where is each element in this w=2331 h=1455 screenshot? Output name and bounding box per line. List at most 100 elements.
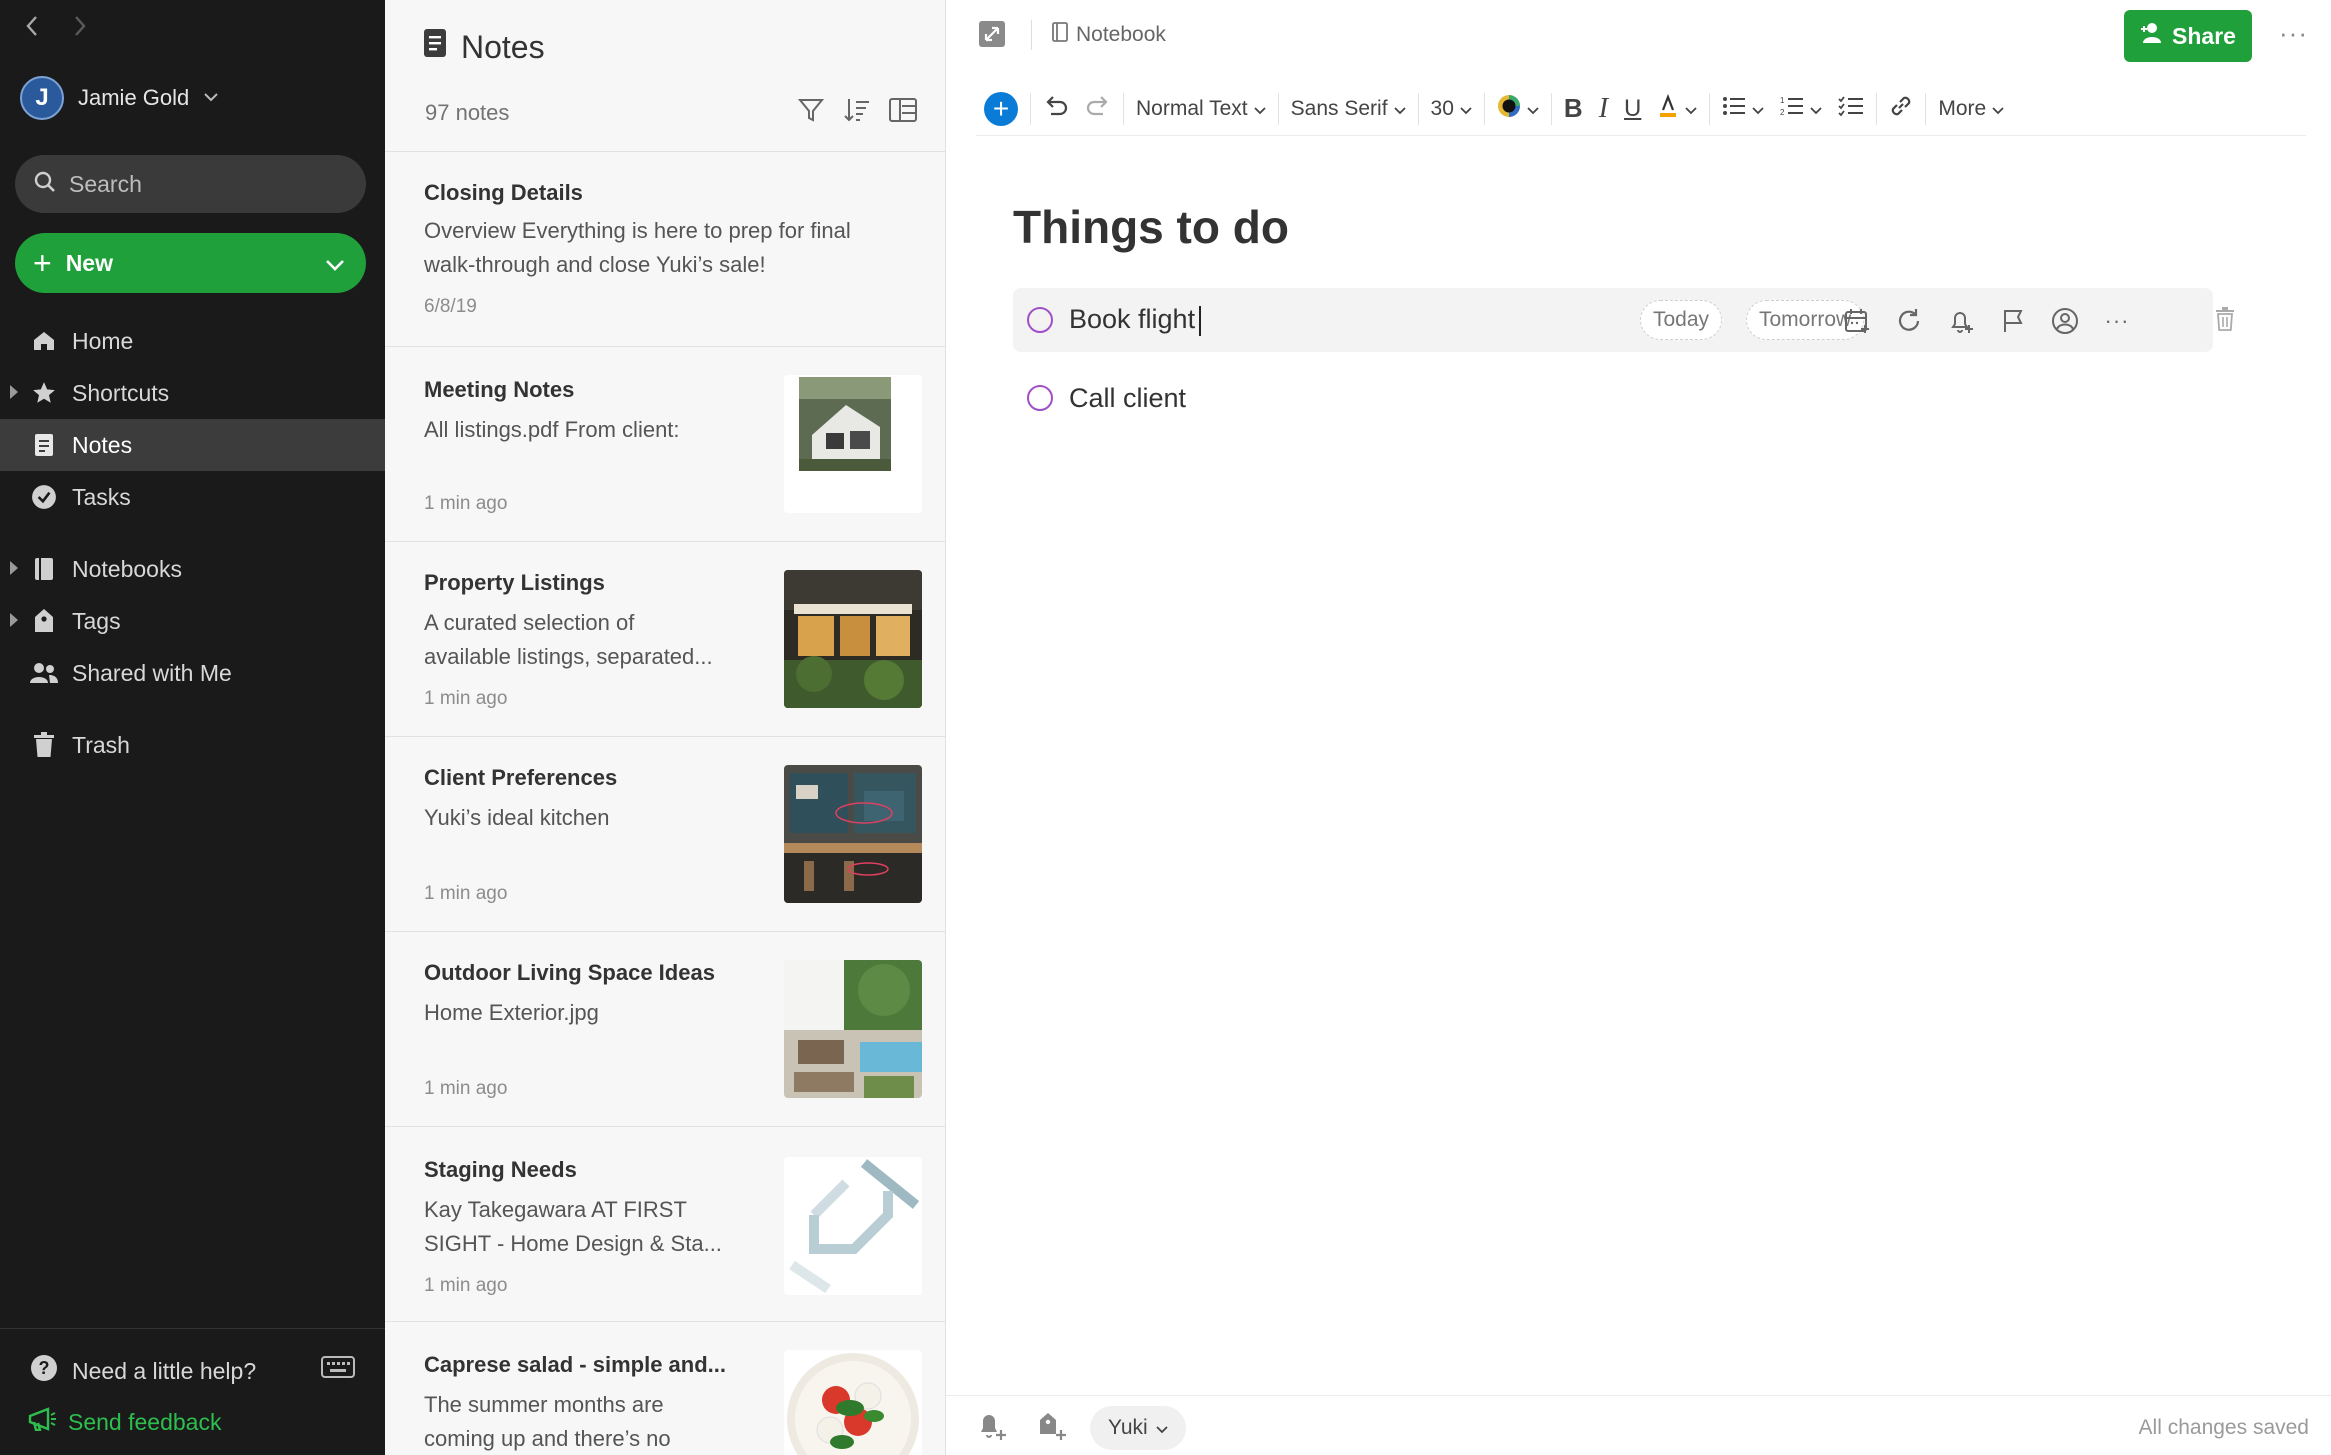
plus-icon: + [33, 245, 52, 281]
account-switcher[interactable]: J Jamie Gold [20, 76, 219, 120]
text-style-select[interactable]: Normal Text [1128, 89, 1274, 129]
sidebar-item-label: Notes [72, 431, 133, 458]
sort-icon[interactable] [843, 96, 871, 124]
expand-icon[interactable] [978, 20, 1006, 53]
text-color-button[interactable] [1489, 89, 1547, 129]
sidebar-item-home[interactable]: Home [0, 315, 385, 367]
svg-text:2: 2 [1780, 108, 1785, 117]
sidebar-item-trash[interactable]: Trash [0, 719, 385, 771]
more-options-icon[interactable]: ··· [2279, 18, 2308, 49]
forward-icon[interactable] [68, 14, 92, 38]
new-note-button[interactable]: + New [15, 233, 366, 293]
task-item[interactable]: Call client [1013, 366, 2213, 430]
notebook-link[interactable]: Notebook [1052, 22, 1166, 48]
chevron-down-icon [1992, 97, 2004, 121]
note-thumbnail-logo [784, 1157, 922, 1295]
trash-icon [30, 731, 58, 759]
task-checkbox[interactable] [1027, 307, 1053, 333]
note-card[interactable]: Caprese salad - simple and... The summer… [385, 1322, 945, 1455]
calendar-icon[interactable] [1842, 306, 1872, 336]
help-link[interactable]: ? Need a little help? [30, 1354, 256, 1388]
share-button[interactable]: Share [2124, 10, 2252, 62]
note-card[interactable]: Client Preferences Yuki’s ideal kitchen … [385, 737, 945, 932]
checklist-button[interactable] [1830, 89, 1872, 129]
bold-button[interactable]: B [1556, 89, 1591, 129]
chevron-down-icon[interactable] [324, 251, 346, 278]
add-reminder-icon[interactable] [976, 1410, 1008, 1442]
sidebar-item-notes[interactable]: Notes [0, 419, 385, 471]
redo-button[interactable] [1077, 89, 1119, 129]
assign-user-icon[interactable] [2050, 306, 2080, 336]
bullet-list-button[interactable] [1714, 89, 1772, 129]
note-icon [423, 28, 447, 66]
add-tag-icon[interactable] [1036, 1410, 1068, 1442]
italic-icon: I [1598, 92, 1609, 124]
underline-button[interactable]: U [1616, 89, 1649, 129]
search-box[interactable] [15, 155, 366, 213]
divider [1925, 92, 1927, 125]
filter-icon[interactable] [797, 96, 825, 124]
sidebar-item-shortcuts[interactable]: Shortcuts [0, 367, 385, 419]
task-more-icon[interactable]: ··· [2102, 306, 2132, 336]
note-date: 1 min ago [424, 493, 508, 514]
note-card[interactable]: Property Listings A curated selection of… [385, 542, 945, 737]
task-text[interactable]: Book flight [1069, 304, 1202, 336]
note-date: 1 min ago [424, 1078, 508, 1099]
link-button[interactable] [1881, 89, 1921, 129]
color-swatch-icon [1497, 94, 1521, 124]
sidebar-item-notebooks[interactable]: Notebooks [0, 543, 385, 595]
font-size-select[interactable]: 30 [1423, 89, 1480, 129]
note-list-header: Notes 97 notes [385, 0, 945, 152]
notebook-icon [1052, 22, 1068, 48]
expand-caret-icon[interactable] [10, 613, 18, 627]
divider [1550, 92, 1552, 125]
sidebar-item-tasks[interactable]: Tasks [0, 471, 385, 523]
back-icon[interactable] [20, 14, 44, 38]
note-card[interactable]: Staging Needs Kay Takegawara AT FIRST SI… [385, 1127, 945, 1322]
due-today-chip[interactable]: Today [1640, 300, 1723, 340]
note-card[interactable]: Meeting Notes All listings.pdf From clie… [385, 347, 945, 542]
add-person-icon [2140, 21, 2164, 51]
task-checkbox[interactable] [1027, 385, 1053, 411]
repeat-icon[interactable] [1894, 306, 1924, 336]
help-label: Need a little help? [72, 1357, 257, 1384]
view-layout-icon[interactable] [889, 96, 917, 124]
sidebar-item-tags[interactable]: Tags [0, 595, 385, 647]
insert-button[interactable]: + [976, 89, 1026, 129]
note-editor: Notebook Share ··· + Normal Text Sans Se… [946, 0, 2331, 1455]
delete-task-icon[interactable] [2214, 306, 2236, 337]
more-formatting-button[interactable]: More [1930, 89, 2012, 129]
sidebar-item-label: Shared with Me [72, 659, 232, 686]
home-icon [30, 327, 58, 355]
note-title[interactable]: Things to do [1013, 200, 1289, 254]
avatar: J [20, 76, 64, 120]
keyboard-icon[interactable] [321, 1355, 355, 1384]
highlight-button[interactable] [1649, 89, 1705, 129]
expand-caret-icon[interactable] [10, 561, 18, 575]
link-icon [1889, 94, 1913, 124]
page-title: Notes [461, 28, 545, 65]
reminder-bell-icon[interactable] [1946, 306, 1976, 336]
numbered-list-icon: 12 [1780, 95, 1804, 123]
chevron-down-icon [1527, 97, 1539, 121]
expand-caret-icon[interactable] [10, 385, 18, 399]
undo-button[interactable] [1035, 89, 1077, 129]
tag-chip[interactable]: Yuki [1090, 1406, 1186, 1450]
share-label: Share [2172, 22, 2236, 49]
note-snippet: Overview Everything is here to prep for … [424, 218, 851, 243]
search-input[interactable] [69, 170, 329, 198]
flag-icon[interactable] [1998, 306, 2028, 336]
note-card[interactable]: Outdoor Living Space Ideas Home Exterior… [385, 932, 945, 1127]
numbered-list-button[interactable]: 12 [1772, 89, 1830, 129]
note-date: 1 min ago [424, 883, 508, 904]
italic-button[interactable]: I [1591, 89, 1616, 129]
note-date: 1 min ago [424, 1275, 508, 1296]
task-item[interactable]: Book flight Today Tomorrow ··· [1013, 288, 2213, 352]
sidebar-item-shared[interactable]: Shared with Me [0, 647, 385, 699]
font-family-select[interactable]: Sans Serif [1283, 89, 1414, 129]
task-label: Book flight [1069, 304, 1196, 335]
more-label: More [1938, 96, 1987, 120]
task-text[interactable]: Call client [1069, 383, 1186, 414]
note-card[interactable]: Closing Details Overview Everything is h… [385, 152, 945, 347]
send-feedback-link[interactable]: Send feedback [28, 1407, 221, 1437]
